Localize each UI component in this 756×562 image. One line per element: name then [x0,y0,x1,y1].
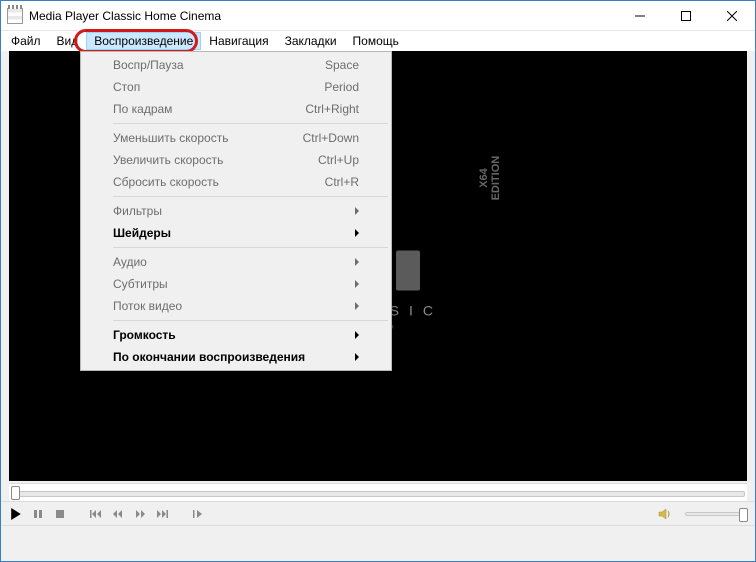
menu-separator [113,320,388,321]
rewind-button[interactable] [111,507,125,521]
menu-item[interactable]: По кадрамCtrl+Right [83,98,389,120]
menu-item[interactable]: Аудио [83,251,389,273]
window-title: Media Player Classic Home Cinema [29,9,617,23]
fast-forward-button[interactable] [133,507,147,521]
menu-item[interactable]: Поток видео [83,295,389,317]
play-button[interactable] [9,507,23,521]
menu-item-label: Увеличить скорость [113,153,318,167]
menu-help[interactable]: Помощь [345,32,407,50]
submenu-arrow-icon [355,229,359,237]
menu-item-label: Сбросить скорость [113,175,325,189]
submenu-arrow-icon [355,302,359,310]
menu-item[interactable]: Сбросить скоростьCtrl+R [83,171,389,193]
volume-thumb[interactable] [739,508,748,522]
status-bar [1,525,755,543]
menu-item[interactable]: Субтитры [83,273,389,295]
menu-item[interactable]: Воспр/ПаузаSpace [83,54,389,76]
menu-item-label: Поток видео [113,299,355,313]
maximize-button[interactable] [663,1,709,30]
controls-bar [1,501,755,525]
menu-item-label: Субтитры [113,277,355,291]
menu-item-label: Уменьшить скорость [113,131,303,145]
menu-item-label: По кадрам [113,102,305,116]
menu-item-shortcut: Ctrl+Down [303,131,359,145]
menu-item-label: Фильтры [113,204,355,218]
menu-navigation[interactable]: Навигация [201,32,276,50]
menu-item-label: Шейдеры [113,226,355,240]
menu-bookmarks[interactable]: Закладки [277,32,345,50]
edition-badge: X64 EDITION [478,156,502,201]
menu-item-shortcut: Ctrl+Up [318,153,359,167]
step-button[interactable] [191,507,205,521]
stop-button[interactable] [53,507,67,521]
pause-button[interactable] [31,507,45,521]
menu-item-label: Стоп [113,80,324,94]
menu-playback[interactable]: Воспроизведение [86,32,201,50]
menu-item-shortcut: Space [325,58,359,72]
submenu-arrow-icon [355,280,359,288]
volume-icon[interactable] [657,506,673,522]
submenu-arrow-icon [355,258,359,266]
menu-item-label: Громкость [113,328,355,342]
close-button[interactable] [709,1,755,30]
playback-dropdown: Воспр/ПаузаSpaceСтопPeriodПо кадрамCtrl+… [80,51,392,371]
menu-item-shortcut: Ctrl+Right [305,102,359,116]
menubar: Файл Вид Воспроизведение Навигация Закла… [1,31,755,51]
skip-back-button[interactable] [89,507,103,521]
menu-item[interactable]: Шейдеры [83,222,389,244]
menu-item[interactable]: По окончании воспроизведения [83,346,389,368]
seek-bar[interactable] [9,483,747,501]
menu-view[interactable]: Вид [49,32,87,50]
menu-item[interactable]: Уменьшить скоростьCtrl+Down [83,127,389,149]
menu-separator [113,247,388,248]
submenu-arrow-icon [355,353,359,361]
minimize-button[interactable] [617,1,663,30]
menu-file[interactable]: Файл [3,32,49,50]
menu-separator [113,196,388,197]
menu-item-label: Воспр/Пауза [113,58,325,72]
menu-item-label: По окончании воспроизведения [113,350,355,364]
submenu-arrow-icon [355,331,359,339]
titlebar: Media Player Classic Home Cinema [1,1,755,31]
menu-item[interactable]: Увеличить скоростьCtrl+Up [83,149,389,171]
menu-item[interactable]: СтопPeriod [83,76,389,98]
menu-item[interactable]: Фильтры [83,200,389,222]
seek-thumb[interactable] [11,486,20,500]
submenu-arrow-icon [355,207,359,215]
volume-slider[interactable] [685,512,747,516]
skip-forward-button[interactable] [155,507,169,521]
window-buttons [617,1,755,30]
app-icon [7,8,23,24]
menu-separator [113,123,388,124]
menu-item[interactable]: Громкость [83,324,389,346]
menu-item-label: Аудио [113,255,355,269]
menu-item-shortcut: Ctrl+R [325,175,359,189]
menu-item-shortcut: Period [324,80,359,94]
